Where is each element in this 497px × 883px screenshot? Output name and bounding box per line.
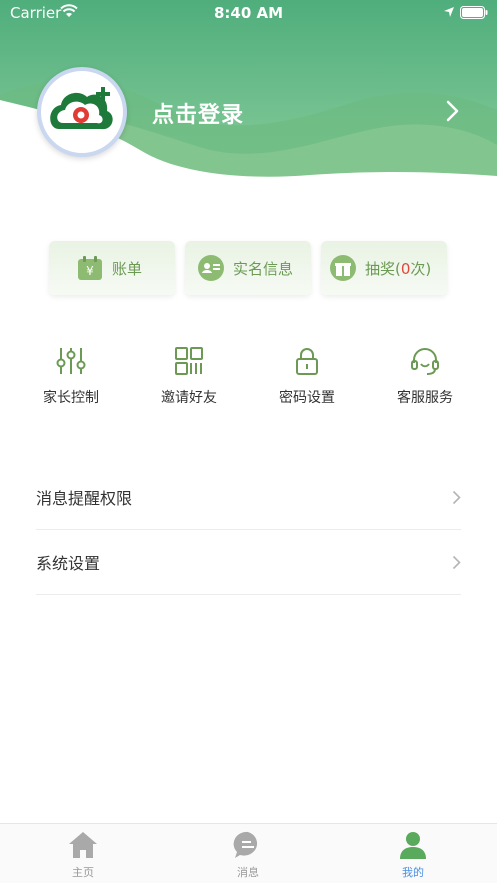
system-settings-row[interactable]: 系统设置 [36,530,461,595]
chevron-right-icon [452,490,461,504]
login-link[interactable]: 点击登录 [152,97,244,129]
home-icon [69,832,97,858]
bill-label: 账单 [112,259,143,278]
chevron-right-icon[interactable] [446,100,460,122]
gift-icon [330,255,356,281]
avatar[interactable] [37,67,127,157]
customer-service-label: 客服服务 [397,390,453,406]
message-icon [233,831,258,858]
clock: 8:40 AM [213,4,284,22]
tab-messages[interactable]: 消息 [208,830,288,880]
real-name-card[interactable]: 实名信息 [185,241,311,295]
svg-text:¥: ¥ [86,264,94,278]
parental-control-label: 家长控制 [43,390,99,406]
tab-messages-label: 消息 [237,866,259,879]
qr-code-icon [175,347,203,375]
customer-service-item[interactable]: 客服服务 [375,345,475,407]
app-logo-icon [50,87,113,130]
password-settings-label: 密码设置 [279,390,335,406]
battery-icon [460,6,488,19]
lock-icon [296,348,318,375]
calendar-yen-icon: ¥ [78,256,102,280]
invite-friends-label: 邀请好友 [161,390,217,406]
id-card-icon [198,255,224,281]
sliders-icon [56,348,86,374]
headset-icon [411,348,439,375]
tab-bar: 主页 消息 我的 [0,823,497,883]
tab-home-label: 主页 [72,866,94,879]
parental-control-item[interactable]: 家长控制 [21,345,121,407]
bill-card[interactable]: ¥ 账单 [49,241,175,295]
lottery-card[interactable]: 抽奖(0次) [321,241,447,295]
settings-list: 消息提醒权限 系统设置 [36,465,461,595]
lottery-count: 0 [400,259,411,278]
user-icon [400,832,426,859]
status-bar: Carrier 8:40 AM [0,0,497,26]
password-settings-item[interactable]: 密码设置 [257,345,357,407]
tab-mine-label: 我的 [402,866,424,879]
notification-permission-label: 消息提醒权限 [36,489,133,508]
notification-permission-row[interactable]: 消息提醒权限 [36,465,461,530]
system-settings-label: 系统设置 [36,554,101,573]
tab-home[interactable]: 主页 [43,830,123,880]
invite-friends-item[interactable]: 邀请好友 [139,345,239,407]
chevron-right-icon [452,555,461,569]
real-name-label: 实名信息 [233,259,294,278]
tab-mine[interactable]: 我的 [373,830,453,880]
location-icon [444,7,454,17]
lottery-label: 抽奖(0次) [365,259,432,278]
